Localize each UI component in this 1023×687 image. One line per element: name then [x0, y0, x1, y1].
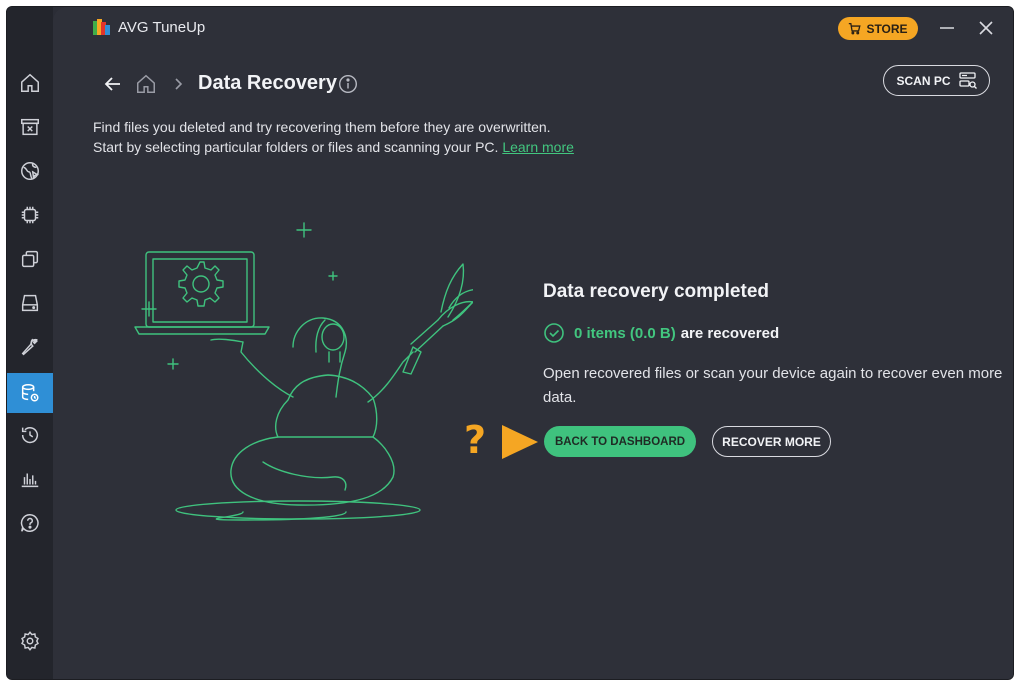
minimize-icon[interactable] — [938, 19, 956, 37]
sidebar-item-stats[interactable] — [7, 459, 53, 499]
windows-icon — [21, 250, 39, 268]
app-title: AVG TuneUp — [118, 19, 206, 36]
pointer-arrow-icon — [502, 425, 538, 459]
chart-icon — [21, 473, 39, 488]
history-icon — [21, 427, 39, 444]
sidebar-item-cleanup[interactable] — [7, 107, 53, 147]
app-window: AVG TuneUp STORE Data Recovery SCAN PC F… — [6, 6, 1014, 680]
settings-icon — [21, 631, 39, 651]
sidebar-item-apps[interactable] — [7, 239, 53, 279]
sidebar-item-performance[interactable] — [7, 195, 53, 235]
chevron-right-icon — [175, 78, 183, 90]
page-description: Find files you deleted and try recoverin… — [93, 117, 574, 157]
cart-icon — [849, 22, 862, 35]
archive-icon — [21, 118, 39, 136]
sidebar-item-data-recovery[interactable] — [7, 373, 53, 413]
store-label: STORE — [866, 21, 908, 36]
scan-pc-button[interactable]: SCAN PC — [883, 65, 990, 96]
scan-icon — [958, 72, 977, 89]
page-title: Data Recovery — [198, 72, 337, 94]
check-circle-icon — [544, 323, 564, 343]
sidebar-item-disk[interactable] — [7, 283, 53, 323]
home-breadcrumb-icon[interactable] — [135, 73, 157, 95]
sidebar-item-web[interactable] — [7, 151, 53, 191]
result-title: Data recovery completed — [543, 281, 769, 302]
help-icon — [20, 514, 39, 532]
sidebar-item-help[interactable] — [7, 503, 53, 543]
info-icon[interactable] — [338, 74, 358, 94]
avg-logo-icon — [93, 19, 110, 35]
description-line-1: Find files you deleted and try recoverin… — [93, 119, 551, 135]
back-arrow-icon[interactable] — [103, 74, 123, 94]
wrench-icon — [21, 338, 38, 356]
recovered-suffix: are recovered — [680, 324, 780, 342]
sidebar — [7, 7, 53, 679]
globe-icon — [21, 162, 40, 180]
description-line-2: Start by selecting particular folders or… — [93, 139, 574, 155]
recover-more-button[interactable]: RECOVER MORE — [712, 426, 831, 457]
tutorial-question-mark: ? — [464, 418, 487, 462]
chip-icon — [21, 206, 39, 224]
home-icon — [21, 73, 39, 92]
drive-icon — [21, 294, 39, 312]
sidebar-item-settings[interactable] — [7, 621, 53, 661]
recovery-illustration — [134, 222, 473, 521]
sidebar-item-history[interactable] — [7, 415, 53, 455]
main-panel: AVG TuneUp STORE Data Recovery SCAN PC F… — [53, 7, 1013, 679]
sidebar-item-home[interactable] — [7, 63, 53, 103]
result-description: Open recovered files or scan your device… — [543, 365, 1003, 406]
data-recovery-icon — [21, 384, 39, 402]
store-button[interactable]: STORE — [838, 17, 918, 40]
learn-more-link[interactable]: Learn more — [502, 139, 574, 155]
close-icon[interactable] — [977, 19, 995, 37]
scan-pc-label: SCAN PC — [896, 73, 951, 88]
recovered-summary: 0 items (0.0 B) are recovered — [543, 322, 779, 344]
back-to-dashboard-button[interactable]: BACK TO DASHBOARD — [544, 426, 696, 457]
sidebar-item-tools[interactable] — [7, 327, 53, 367]
recovered-count: 0 items (0.0 B) — [574, 324, 676, 342]
